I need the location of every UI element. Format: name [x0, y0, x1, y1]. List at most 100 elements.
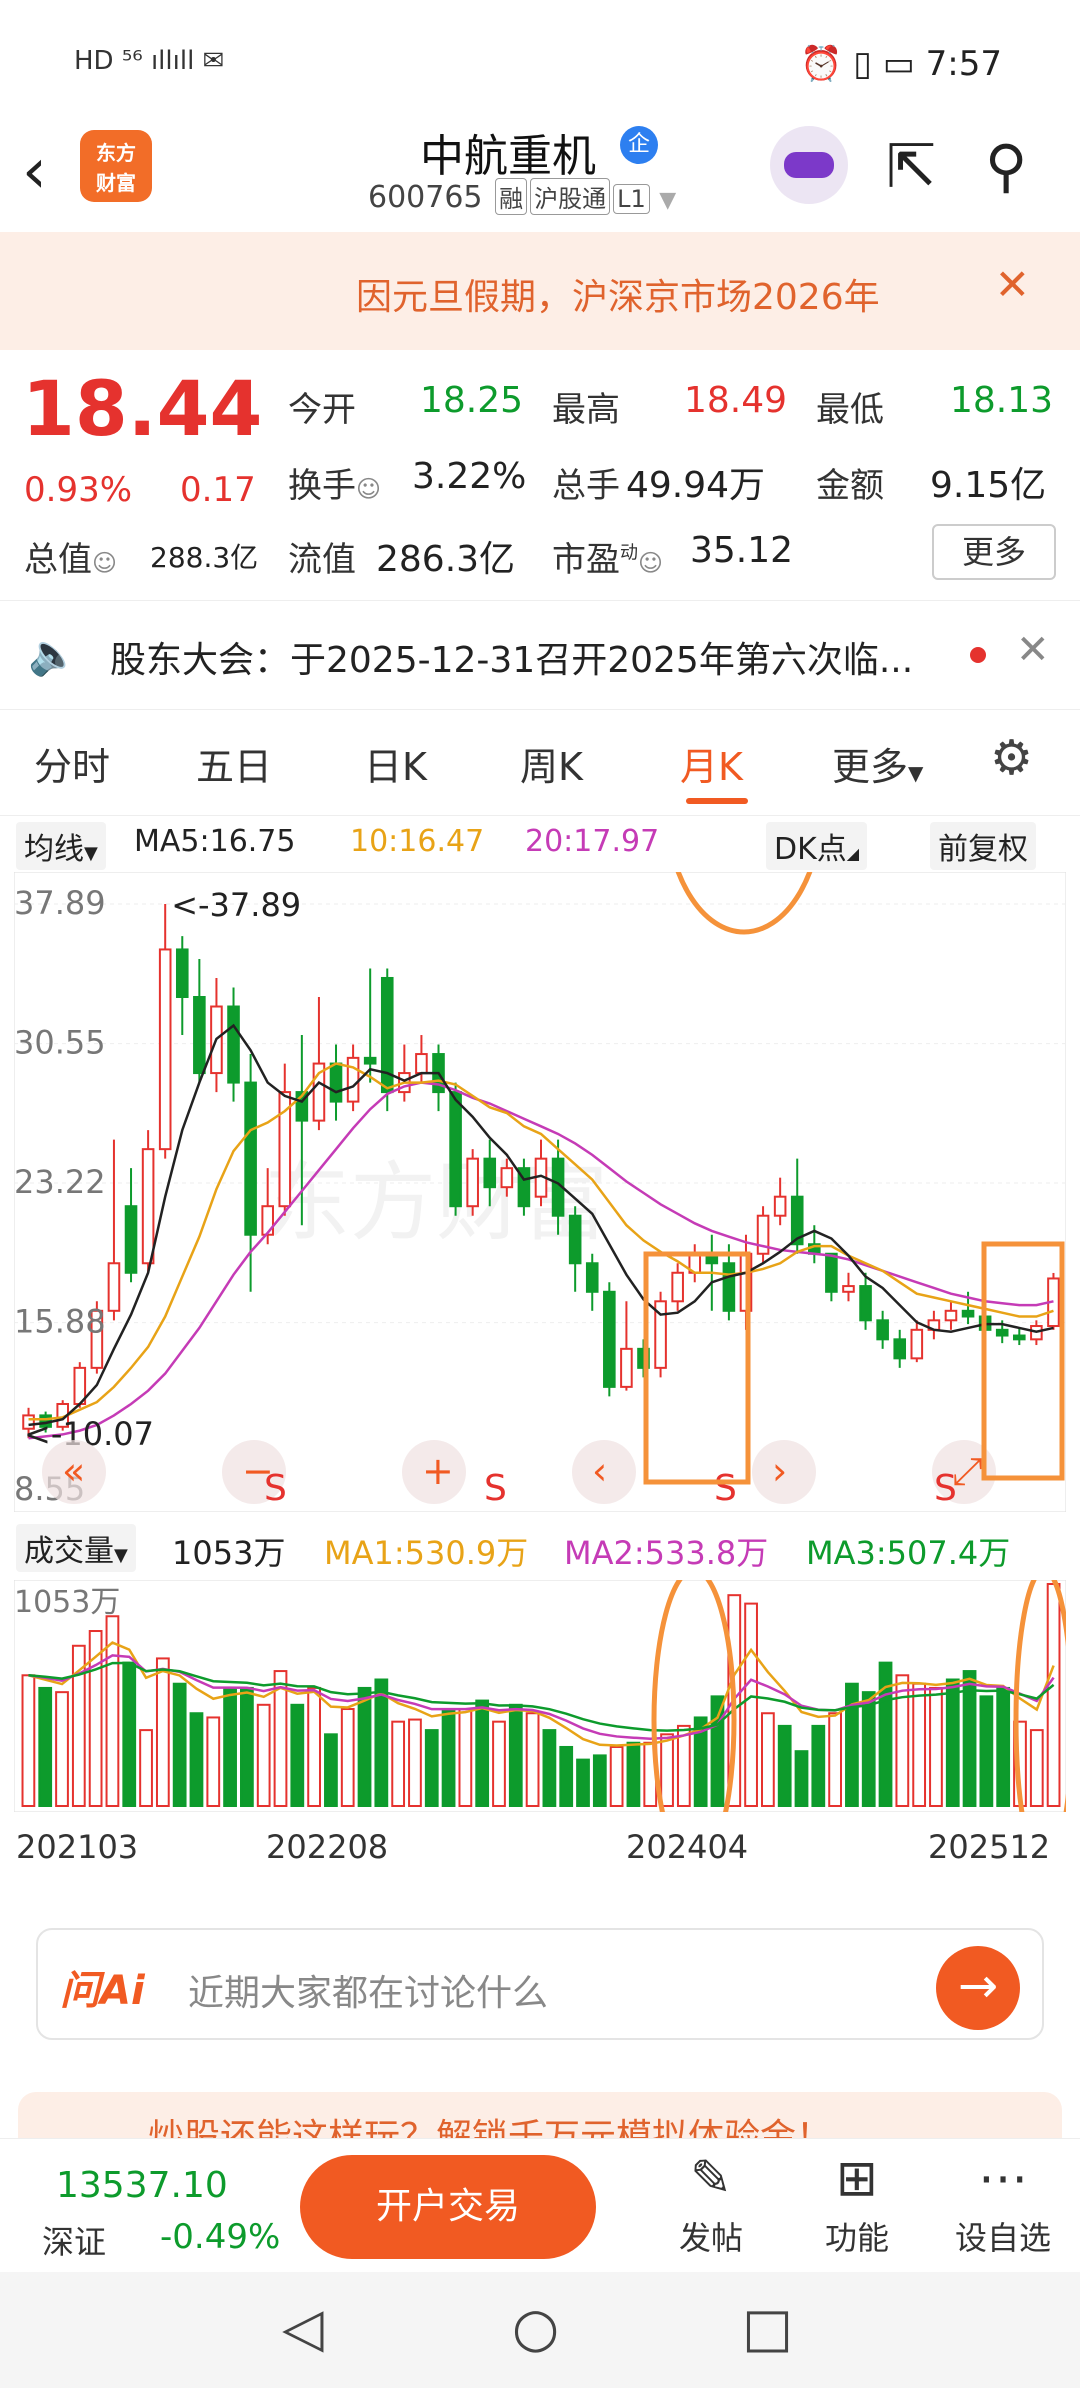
chart-nav-glyph: «: [62, 1449, 85, 1493]
volume-max-label: 1053万: [14, 1585, 120, 1620]
tab-monthly[interactable]: 月K: [680, 736, 743, 791]
candle: [893, 1338, 907, 1360]
y-tick-label: 15.88: [14, 1303, 106, 1341]
search-icon[interactable]: ⚲: [985, 132, 1027, 200]
volume-bar: [996, 1686, 1011, 1807]
amount-label: 金额: [816, 466, 884, 506]
max-price-marker: <-37.89: [171, 886, 301, 924]
volume-bar: [979, 1695, 994, 1807]
close-icon[interactable]: ✕: [995, 260, 1030, 309]
tab-intraday[interactable]: 分时: [34, 736, 110, 791]
speaker-icon: 🔈: [28, 632, 78, 678]
volume-indicator-select[interactable]: 成交量▼: [16, 1524, 136, 1572]
volume-bar: [828, 1712, 842, 1807]
volume-bar: [492, 1720, 506, 1807]
candle: [158, 948, 172, 1151]
tab-weekly[interactable]: 周K: [520, 736, 583, 791]
volume-bar: [172, 1682, 187, 1807]
announcement-bar[interactable]: 🔈 股东大会：于2025-12-31召开2025年第六次临... ✕: [0, 600, 1080, 710]
volume-bar: [290, 1703, 305, 1807]
volume-bar: [609, 1745, 624, 1807]
ma20-legend: 20:17.97: [525, 824, 660, 859]
volume-bar: [307, 1686, 321, 1807]
volume-bar: [525, 1712, 540, 1807]
tab-five-day[interactable]: 五日: [196, 736, 272, 791]
ai-placeholder: 近期大家都在讨论什么: [188, 1973, 549, 2014]
candle: [175, 948, 189, 998]
volume-bar: [357, 1686, 372, 1807]
stock-code-row[interactable]: 600765 融沪股通 L1 ▼: [368, 178, 676, 215]
ma-legend-bar: 均线▼ MA5:16.75 10:16.47 20:17.97 DK点◢ 前复权: [0, 816, 1080, 872]
period-tabs: 分时 五日 日K 周K 月K 更多▼ ⚙: [0, 710, 1080, 816]
float-value: 286.3亿: [376, 539, 516, 580]
index-value[interactable]: 13537.10: [56, 2165, 228, 2206]
index-name: 深证: [42, 2223, 107, 2261]
tab-daily[interactable]: 日K: [364, 736, 427, 791]
holiday-notice[interactable]: 因元旦假期，沪深京市场2026年 ✕: [0, 232, 1080, 350]
share-icon[interactable]: ⇱: [886, 132, 936, 202]
volume-value: 1053万: [172, 1534, 286, 1572]
post-label: 发帖: [678, 2219, 743, 2257]
volume-bar: [374, 1678, 389, 1807]
grid-icon: ⊞: [836, 2149, 878, 2207]
add-watchlist-button[interactable]: ⋯ 设自选: [948, 2149, 1058, 2259]
ai-assistant-avatar[interactable]: [770, 126, 848, 204]
tag-margin: 融: [495, 178, 528, 215]
volume-bar: [408, 1718, 422, 1807]
turnover-label: 换手☺: [288, 466, 382, 506]
more-icon: ⋯: [978, 2149, 1028, 2207]
volume-bar: [777, 1724, 792, 1808]
volume-label: 总手: [552, 466, 620, 506]
volume-bar: [139, 1729, 153, 1808]
volume-bar: [895, 1674, 910, 1807]
volume-bar: [122, 1661, 137, 1807]
tag-connect: 沪股通: [530, 178, 611, 215]
candle: [415, 1053, 428, 1075]
adjust-select[interactable]: 前复权: [930, 822, 1036, 870]
pe-value: 35.12: [690, 530, 794, 571]
chart-nav-glyph: ‹: [592, 1449, 607, 1493]
functions-button[interactable]: ⊞ 功能: [802, 2149, 912, 2259]
candle: [842, 1285, 855, 1293]
volume-bar: [458, 1708, 473, 1807]
volume-bar: [508, 1703, 523, 1807]
float-label: 流值: [288, 540, 356, 580]
nav-home-icon[interactable]: ○: [512, 2296, 559, 2359]
close-icon[interactable]: ✕: [1016, 627, 1050, 673]
candle: [107, 1262, 121, 1312]
candle: [227, 1005, 240, 1084]
high-label: 最高: [552, 390, 620, 430]
low-label: 最低: [816, 390, 884, 430]
candle: [961, 1309, 975, 1318]
more-button[interactable]: 更多: [932, 524, 1056, 580]
quote-panel: 18.44 0.93% 0.17 今开 18.25 最高 18.49 最低 18…: [0, 350, 1080, 600]
candle: [859, 1285, 872, 1322]
indicator-select[interactable]: 均线▼: [16, 822, 106, 870]
volume-bar: [912, 1682, 927, 1807]
dk-point-button[interactable]: DK点◢: [766, 822, 868, 870]
ai-ask-box[interactable]: 问Ai 近期大家都在讨论什么 →: [36, 1928, 1044, 2040]
signal-marker: S: [714, 1468, 737, 1509]
volume-chart[interactable]: 1053万: [14, 1580, 1066, 1812]
post-button[interactable]: ✎ 发帖: [656, 2149, 766, 2259]
dropdown-caret-icon[interactable]: ▼: [659, 188, 676, 213]
gear-icon[interactable]: ⚙: [990, 730, 1033, 786]
volume-bar: [189, 1712, 204, 1807]
arrow-right-icon[interactable]: →: [936, 1946, 1020, 2030]
nav-recents-icon[interactable]: □: [742, 2296, 793, 2359]
nav-back-icon[interactable]: ◁: [282, 2296, 324, 2359]
status-icons-right: ⏰ ▯ ▭ 7:57: [800, 44, 1002, 84]
kline-chart[interactable]: 东方财富37.8930.5523.2215.888.55<-37.89<-10.…: [14, 872, 1066, 1512]
high-value: 18.49: [684, 380, 788, 421]
candle: [995, 1328, 1009, 1337]
volume-bar: [475, 1699, 490, 1807]
last-price: 18.44: [22, 364, 263, 453]
back-arrow-icon[interactable]: ‹: [22, 134, 47, 207]
volume-bar: [878, 1661, 893, 1807]
tab-more[interactable]: 更多▼: [832, 736, 923, 791]
date-label: 202103: [16, 1828, 139, 1866]
candle: [585, 1262, 599, 1293]
volume-bar: [559, 1745, 574, 1807]
promo-banner[interactable]: 炒股还能这样玩？解锁千万元模拟体验金！: [18, 2092, 1062, 2138]
open-trade-button[interactable]: 开户交易: [300, 2155, 596, 2259]
